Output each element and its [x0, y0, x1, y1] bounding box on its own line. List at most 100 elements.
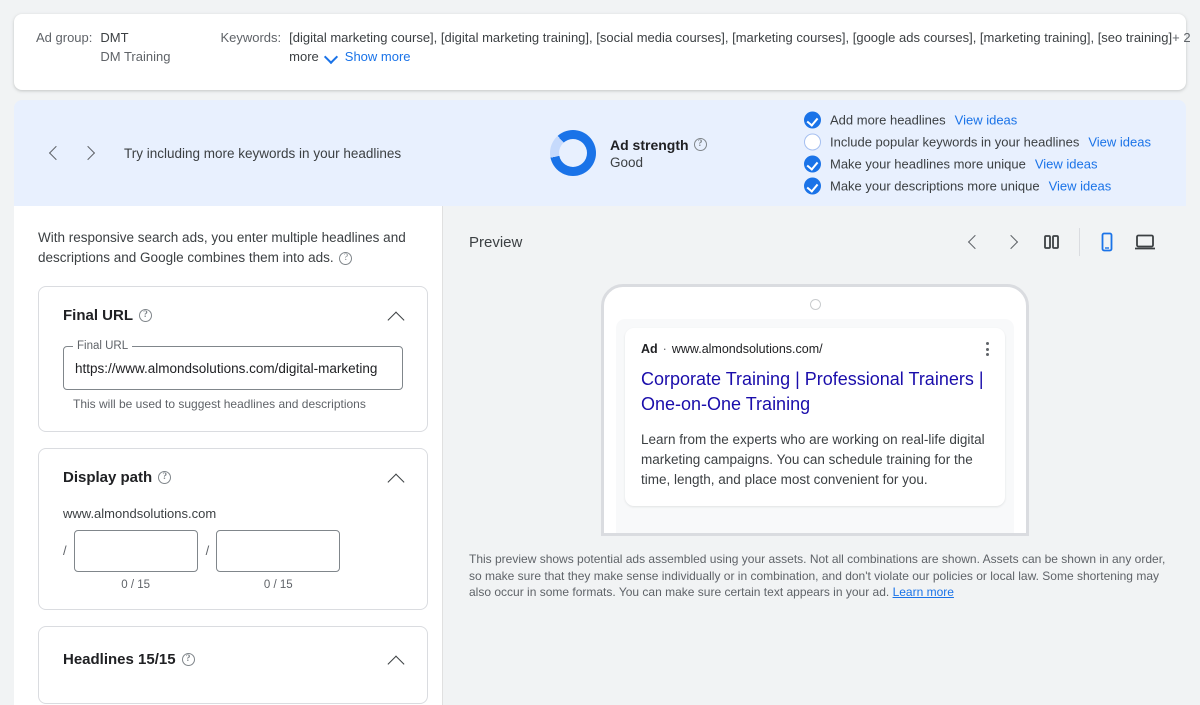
- keywords-body: [digital marketing course], [digital mar…: [289, 28, 1190, 90]
- display-path-field-2: 0 / 15: [216, 530, 341, 591]
- more-options-icon[interactable]: [986, 342, 989, 356]
- collapse-final-url-button[interactable]: [387, 309, 407, 323]
- mobile-preview-icon[interactable]: [1098, 232, 1116, 252]
- view-ideas-link[interactable]: View ideas: [1088, 135, 1151, 150]
- path-slash-1: /: [63, 543, 67, 558]
- display-path-group-2: / 0 / 15: [206, 530, 341, 591]
- path-slash-2: /: [205, 543, 210, 558]
- preview-toolbar: [963, 228, 1156, 256]
- final-url-field-wrap: Final URL: [39, 324, 427, 390]
- preview-title: Preview: [469, 233, 523, 251]
- ad-separator: ·: [662, 342, 667, 356]
- headlines-title-text: Headlines 15/15: [63, 651, 176, 668]
- editor-preview-split: With responsive search ads, you enter mu…: [14, 206, 1186, 705]
- learn-more-link[interactable]: Learn more: [893, 585, 954, 599]
- help-icon[interactable]: ?: [181, 653, 195, 666]
- suggestion-nav: [44, 142, 102, 164]
- previous-suggestion-button[interactable]: [44, 142, 66, 164]
- headlines-title: Headlines 15/15 ?: [63, 651, 195, 668]
- ad-strength-value: Good: [610, 154, 644, 170]
- next-suggestion-button[interactable]: [80, 142, 102, 164]
- ad-strength-title: Ad strength ?: [610, 137, 707, 153]
- toolbar-divider: [1079, 228, 1080, 256]
- final-url-title-text: Final URL: [63, 307, 133, 324]
- keywords-overflow-count: + 2: [1172, 30, 1191, 45]
- checklist-item: Add more headlines View ideas: [804, 111, 1151, 129]
- help-icon[interactable]: ?: [139, 309, 152, 322]
- headlines-card: Headlines 15/15 ?: [38, 626, 428, 704]
- phone-camera-icon: [809, 299, 821, 310]
- ad-headline[interactable]: Corporate Training | Professional Traine…: [641, 367, 989, 417]
- checklist-item: Make your headlines more unique View ide…: [804, 155, 1151, 173]
- next-preview-button[interactable]: [1003, 231, 1025, 253]
- check-circle-icon: [804, 155, 821, 173]
- collapse-display-path-button[interactable]: [387, 471, 407, 485]
- editor-intro-text: With responsive search ads, you enter mu…: [38, 228, 428, 268]
- phone-screen: Ad · www.almondsolutions.com/ Corporate …: [616, 319, 1014, 533]
- display-path-input-1[interactable]: [73, 530, 198, 572]
- ad-strength-banner: Try including more keywords in your head…: [14, 100, 1186, 206]
- display-path-input-2[interactable]: [216, 530, 341, 572]
- view-ideas-link[interactable]: View ideas: [1049, 179, 1112, 194]
- ad-display-url: www.almondsolutions.com/: [671, 342, 823, 356]
- display-path-card-header: Display path ?: [39, 449, 427, 486]
- help-icon[interactable]: ?: [158, 471, 172, 484]
- keywords-block: Keywords: [digital marketing course], [d…: [220, 28, 1190, 90]
- ad-group-summary-card: Ad group: DMT DM Training Keywords: [dig…: [14, 14, 1191, 90]
- ad-editor-pane: With responsive search ads, you enter mu…: [14, 206, 443, 705]
- display-path-domain: www.almondsolutions.com: [63, 506, 217, 521]
- keywords-list: [digital marketing course], [digital mar…: [289, 28, 1190, 47]
- ad-strength-title-text: Ad strength: [610, 136, 689, 153]
- ad-badge: Ad: [641, 342, 658, 356]
- checklist-item-label: Make your descriptions more unique: [830, 178, 1040, 194]
- display-path-title-text: Display path: [63, 469, 153, 486]
- ad-strength-meter: Ad strength ? Good: [550, 130, 707, 176]
- display-path-card: Display path ? www.almondsolutions.com /…: [38, 448, 428, 610]
- desktop-preview-icon[interactable]: [1134, 232, 1156, 252]
- show-more-link[interactable]: Show more: [345, 47, 411, 66]
- view-ideas-link[interactable]: View ideas: [1035, 157, 1098, 172]
- checklist-item-label: Include popular keywords in your headlin…: [830, 134, 1080, 150]
- preview-header: Preview: [443, 206, 1186, 256]
- suggestion-tip-text: Try including more keywords in your head…: [124, 145, 402, 161]
- preview-disclaimer: This preview shows potential ads assembl…: [469, 551, 1169, 601]
- final-url-card-header: Final URL ?: [39, 287, 427, 324]
- display-path-counter-2: 0 / 15: [263, 579, 293, 591]
- mobile-preview-mockup: Ad · www.almondsolutions.com/ Corporate …: [601, 284, 1029, 536]
- side-by-side-view-icon[interactable]: [1043, 233, 1061, 251]
- display-path-body: www.almondsolutions.com / 0 / 15 / 0 / 1…: [39, 486, 427, 609]
- final-url-field[interactable]: Final URL: [63, 340, 403, 390]
- checklist-item: Make your descriptions more unique View …: [804, 177, 1151, 195]
- final-url-field-label: Final URL: [73, 340, 133, 352]
- help-icon[interactable]: ?: [693, 138, 707, 151]
- chevron-down-icon[interactable]: [325, 52, 339, 61]
- preview-disclaimer-text: This preview shows potential ads assembl…: [469, 552, 1166, 599]
- checklist-item-label: Add more headlines: [830, 112, 946, 128]
- collapse-headlines-button[interactable]: [387, 653, 407, 667]
- display-path-field-1: 0 / 15: [73, 530, 198, 591]
- ad-strength-checklist: Add more headlines View ideas Include po…: [804, 111, 1151, 195]
- ad-group-values: DMT DM Training: [100, 28, 170, 90]
- keywords-label: Keywords:: [220, 30, 282, 45]
- help-icon[interactable]: ?: [339, 251, 353, 265]
- keywords-more-word: more: [289, 49, 319, 64]
- check-circle-icon: [804, 111, 821, 129]
- final-url-hint: This will be used to suggest headlines a…: [73, 397, 366, 411]
- headlines-card-header: Headlines 15/15 ?: [39, 627, 427, 668]
- previous-preview-button[interactable]: [963, 231, 985, 253]
- checklist-item: Include popular keywords in your headlin…: [804, 133, 1151, 151]
- preview-pane: Preview Ad · www.almondsolutions.com/ Co…: [443, 206, 1186, 705]
- keywords-list-text: [digital marketing course], [digital mar…: [289, 30, 1173, 45]
- display-path-inputs: / 0 / 15 / 0 / 15: [63, 530, 403, 591]
- display-path-group-1: / 0 / 15: [63, 530, 198, 591]
- final-url-card: Final URL ? Final URL This will be used …: [38, 286, 428, 432]
- display-path-counter-1: 0 / 15: [121, 579, 151, 591]
- checklist-item-label: Make your headlines more unique: [830, 156, 1026, 172]
- view-ideas-link[interactable]: View ideas: [955, 113, 1018, 128]
- ad-group-subname: DM Training: [100, 49, 171, 64]
- check-circle-icon: [804, 177, 821, 195]
- empty-circle-icon: [804, 133, 821, 151]
- ad-description: Learn from the experts who are working o…: [641, 432, 985, 487]
- final-url-input[interactable]: [75, 360, 391, 376]
- ad-preview-header: Ad · www.almondsolutions.com/: [641, 342, 989, 356]
